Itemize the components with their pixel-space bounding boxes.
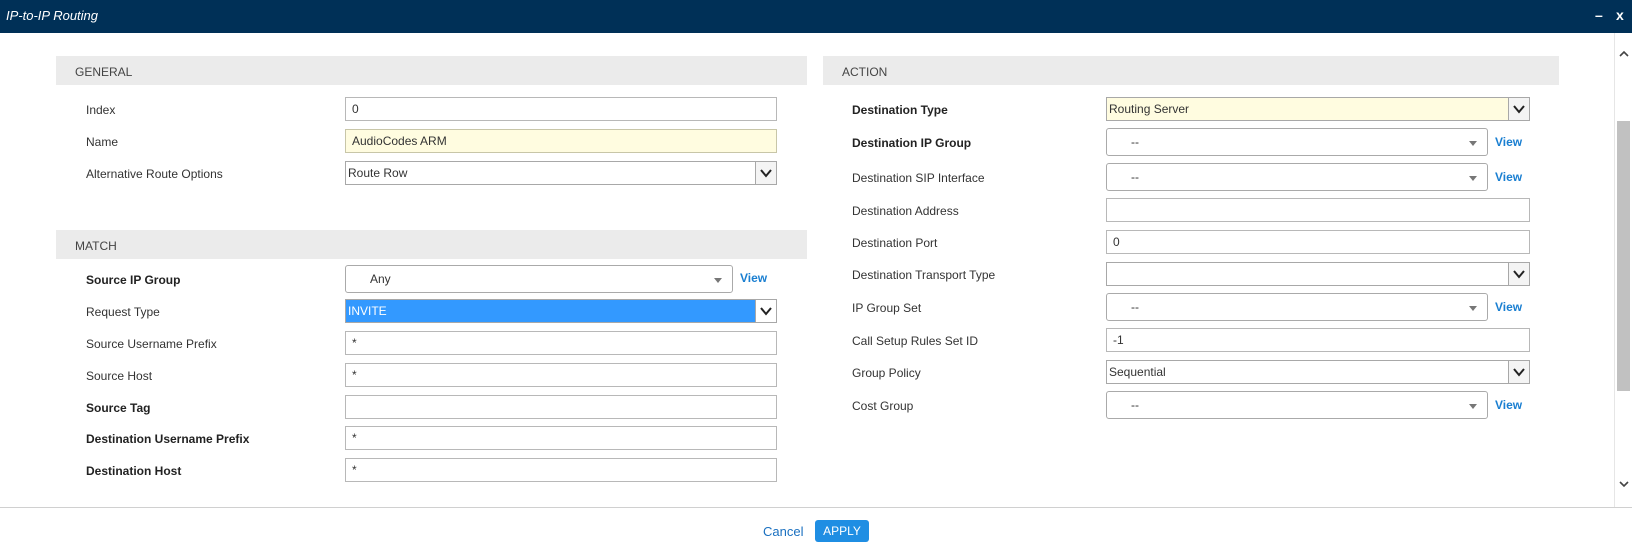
- destination-sip-interface-value: --: [1131, 170, 1139, 184]
- source-host-label: Source Host: [86, 369, 153, 383]
- group-policy-label: Group Policy: [852, 366, 921, 380]
- dropdown-arrow-icon: [1469, 176, 1477, 181]
- index-label: Index: [86, 103, 116, 117]
- ip-group-set-label: IP Group Set: [852, 301, 922, 315]
- group-policy-select[interactable]: Sequential: [1106, 360, 1530, 384]
- destination-address-field[interactable]: [1106, 198, 1530, 222]
- apply-button[interactable]: APPLY: [815, 520, 869, 542]
- chevron-down-icon: [755, 300, 776, 322]
- chevron-down-icon: [1508, 98, 1529, 120]
- source-username-prefix-field[interactable]: *: [345, 331, 777, 355]
- source-ip-group-label: Source IP Group: [86, 273, 181, 287]
- destination-host-field[interactable]: *: [345, 458, 777, 482]
- source-host-field[interactable]: *: [345, 363, 777, 387]
- cost-group-label: Cost Group: [852, 399, 914, 413]
- source-username-prefix-label: Source Username Prefix: [86, 337, 217, 351]
- request-type-value: INVITE: [348, 304, 387, 318]
- index-field[interactable]: 0: [345, 97, 777, 121]
- call-setup-rules-set-id-field[interactable]: -1: [1106, 328, 1530, 352]
- close-button[interactable]: x: [1616, 7, 1624, 23]
- ip-group-set-select[interactable]: --: [1106, 293, 1488, 321]
- cost-group-view-link[interactable]: View: [1495, 398, 1522, 412]
- ip-group-set-view-link[interactable]: View: [1495, 300, 1522, 314]
- chevron-down-icon: [1508, 361, 1529, 383]
- source-ip-group-select[interactable]: Any: [345, 265, 733, 293]
- destination-ip-group-select[interactable]: --: [1106, 128, 1488, 156]
- cancel-button[interactable]: Cancel: [763, 524, 803, 539]
- cost-group-select[interactable]: --: [1106, 391, 1488, 419]
- general-header-label: GENERAL: [75, 65, 133, 79]
- destination-host-label: Destination Host: [86, 464, 182, 478]
- source-tag-field[interactable]: [345, 395, 777, 419]
- destination-username-prefix-field[interactable]: *: [345, 426, 777, 450]
- destination-type-value: Routing Server: [1109, 102, 1190, 116]
- dialog-footer: Cancel APPLY: [0, 507, 1632, 557]
- ip-group-set-value: --: [1131, 300, 1139, 314]
- source-ip-group-value: Any: [370, 272, 391, 286]
- call-setup-rules-set-id-label: Call Setup Rules Set ID: [852, 334, 979, 348]
- destination-transport-type-label: Destination Transport Type: [852, 268, 996, 282]
- destination-sip-interface-view-link[interactable]: View: [1495, 170, 1522, 184]
- alternative-route-options-label: Alternative Route Options: [86, 167, 223, 181]
- alternative-route-options-select[interactable]: Route Row: [345, 161, 777, 185]
- chevron-down-icon: [755, 162, 776, 184]
- scroll-down-icon[interactable]: [1619, 479, 1629, 489]
- destination-address-label: Destination Address: [852, 204, 959, 218]
- destination-ip-group-label: Destination IP Group: [852, 136, 972, 150]
- action-header-label: ACTION: [842, 65, 888, 79]
- match-section-header: MATCH: [56, 230, 807, 259]
- name-field[interactable]: AudioCodes ARM: [345, 129, 777, 153]
- destination-ip-group-value: --: [1131, 135, 1139, 149]
- source-tag-label: Source Tag: [86, 401, 151, 415]
- group-policy-value: Sequential: [1109, 365, 1166, 379]
- destination-port-label: Destination Port: [852, 236, 938, 250]
- name-label: Name: [86, 135, 119, 149]
- destination-ip-group-view-link[interactable]: View: [1495, 135, 1522, 149]
- source-ip-group-view-link[interactable]: View: [740, 271, 767, 285]
- scroll-up-icon[interactable]: [1619, 49, 1629, 59]
- scrollbar-thumb[interactable]: [1617, 121, 1630, 391]
- dropdown-arrow-icon: [714, 278, 722, 283]
- dropdown-arrow-icon: [1469, 404, 1477, 409]
- destination-sip-interface-select[interactable]: --: [1106, 163, 1488, 191]
- destination-sip-interface-label: Destination SIP Interface: [852, 171, 985, 185]
- form-content: GENERAL Index 0 Name AudioCodes ARM Alte…: [0, 33, 1614, 507]
- alternative-route-options-value: Route Row: [348, 166, 408, 180]
- action-section-header: ACTION: [823, 56, 1559, 85]
- destination-transport-type-select[interactable]: [1106, 262, 1530, 286]
- destination-username-prefix-label: Destination Username Prefix: [86, 432, 250, 446]
- destination-port-field[interactable]: 0: [1106, 230, 1530, 254]
- title-bar: IP-to-IP Routing – x: [0, 0, 1632, 33]
- vertical-scrollbar[interactable]: [1614, 33, 1632, 507]
- dialog-title: IP-to-IP Routing: [6, 8, 99, 23]
- ip-to-ip-routing-dialog: IP-to-IP Routing – x GENERAL Index 0 Nam…: [0, 0, 1632, 557]
- dropdown-arrow-icon: [1469, 306, 1477, 311]
- dropdown-arrow-icon: [1469, 141, 1477, 146]
- request-type-select[interactable]: INVITE: [345, 299, 777, 323]
- match-header-label: MATCH: [75, 239, 117, 253]
- cost-group-value: --: [1131, 398, 1139, 412]
- request-type-label: Request Type: [86, 305, 160, 319]
- chevron-down-icon: [1508, 263, 1529, 285]
- general-section-header: GENERAL: [56, 56, 807, 85]
- destination-type-label: Destination Type: [852, 103, 948, 117]
- destination-type-select[interactable]: Routing Server: [1106, 97, 1530, 121]
- minimize-button[interactable]: –: [1595, 7, 1603, 23]
